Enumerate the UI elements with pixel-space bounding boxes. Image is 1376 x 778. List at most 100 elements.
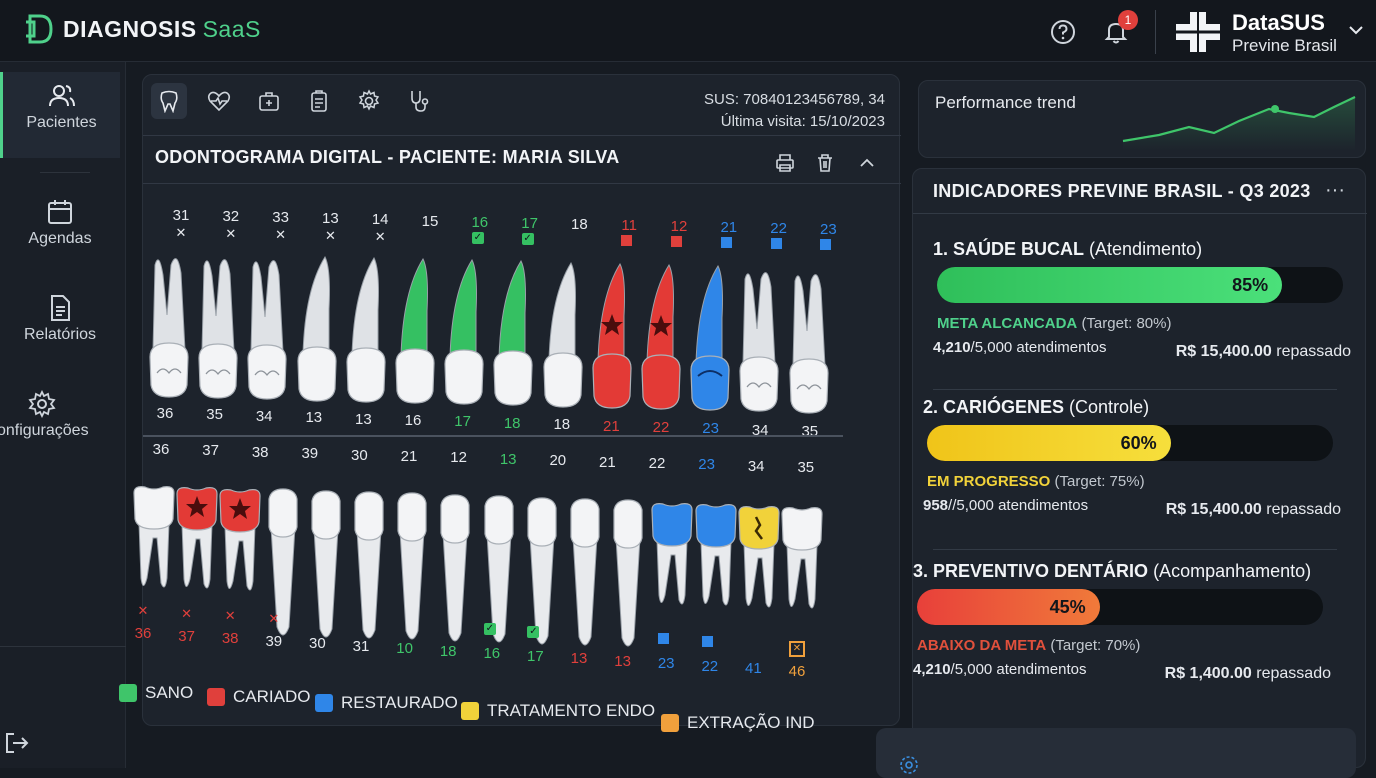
card-divider: [933, 549, 1337, 550]
progress-fill: 85%: [937, 267, 1283, 303]
gear-icon: [28, 390, 56, 418]
tooth-number: 34: [255, 407, 273, 425]
x-mark-icon: ✕: [225, 226, 237, 242]
upper-tooth[interactable]: [491, 253, 535, 423]
progress-fill: 45%: [917, 589, 1100, 625]
sidebar-item-agendas[interactable]: Agendas: [0, 188, 120, 274]
next-card[interactable]: [876, 728, 1356, 778]
sus-number: SUS: 70840123456789, 34: [704, 91, 885, 108]
indicators-card: INDICADORES PREVINE BRASIL - Q3 2023 ···…: [912, 168, 1367, 768]
upper-tooth[interactable]: [590, 256, 634, 426]
tooth-number: 11: [621, 216, 637, 234]
upper-tooth[interactable]: [245, 247, 289, 417]
tooth-number: 41: [745, 660, 762, 677]
tooth-number: 38: [221, 630, 239, 647]
tooth-number: 23: [820, 221, 837, 239]
x-mark-icon: ✕: [268, 610, 280, 626]
sidebar-item-label: Pacientes: [26, 114, 97, 131]
lower-tooth[interactable]: [304, 489, 350, 659]
upper-tooth[interactable]: [541, 255, 585, 425]
lower-tooth[interactable]: [477, 494, 523, 664]
logout-icon[interactable]: [4, 730, 30, 756]
sidebar-item-relatorios[interactable]: Relatórios: [0, 284, 120, 370]
legend-swatch: [207, 688, 225, 706]
brand-main: DIAGNOSIS: [63, 16, 197, 42]
tab-settings[interactable]: [351, 83, 387, 119]
chevron-up-icon[interactable]: [857, 153, 877, 173]
tooth-number: 18: [503, 414, 521, 432]
tooth-number: 23: [657, 655, 675, 672]
upper-tooth[interactable]: [147, 245, 191, 415]
upper-tooth[interactable]: [196, 246, 240, 416]
print-icon[interactable]: [775, 153, 795, 173]
diagnosis-logo-icon: [26, 14, 53, 44]
lower-tooth[interactable]: [347, 490, 393, 660]
sidebar-item-configuracoes[interactable]: Configurações: [0, 380, 92, 466]
tab-records[interactable]: [301, 83, 337, 119]
progress-label: 45%: [1049, 597, 1086, 617]
legend-swatch: [461, 702, 479, 720]
tooth-number: 13: [322, 210, 339, 228]
brand-sub: SaaS: [202, 16, 261, 42]
indicator-status: META ALCANCADA (Target: 80%): [937, 315, 1172, 332]
tooth-number: 13: [305, 409, 323, 427]
chevron-down-icon[interactable]: [1348, 24, 1364, 36]
upper-tooth[interactable]: [344, 250, 388, 420]
check-icon: ✓: [483, 623, 496, 635]
x-mark-icon: ✕: [175, 225, 187, 240]
lower-tooth[interactable]: [563, 497, 609, 667]
tab-vitals[interactable]: [201, 83, 237, 119]
upper-tooth[interactable]: [688, 258, 732, 428]
tooth-number: 21: [720, 219, 738, 237]
more-options-icon[interactable]: ···: [1325, 179, 1345, 202]
indicator-title: 1. SAÚDE BUCAL (Atendimento): [933, 239, 1203, 259]
upper-tooth[interactable]: [393, 251, 437, 421]
lower-tooth[interactable]: [649, 500, 695, 670]
tab-exam[interactable]: [401, 83, 437, 119]
tooth-number: 36: [156, 405, 174, 422]
lower-tooth[interactable]: [606, 498, 652, 668]
tooth-number: 31: [172, 207, 190, 224]
upper-tooth[interactable]: [639, 257, 683, 427]
x-mark-icon: ✕: [324, 228, 336, 244]
lower-tooth[interactable]: [693, 501, 739, 671]
legend-swatch: [119, 684, 137, 702]
tooth-number: 13: [614, 652, 631, 670]
tooth-number: 35: [801, 423, 819, 441]
calendar-icon: [48, 200, 72, 224]
trash-icon[interactable]: [815, 153, 835, 173]
lower-tooth[interactable]: [736, 503, 782, 673]
panel-divider: [143, 135, 901, 136]
org-name: DataSUS: [1232, 10, 1325, 35]
lower-tooth[interactable]: [433, 493, 479, 663]
users-icon: [48, 85, 75, 107]
upper-tooth[interactable]: [442, 252, 486, 422]
tooth-number: 12: [670, 218, 688, 235]
tooth-number: 15: [421, 212, 439, 230]
progress-bar: 85%: [937, 267, 1343, 303]
org-subtitle: Previne Brasil: [1232, 36, 1337, 55]
legend-item-cariado: CARIADO: [207, 687, 310, 707]
indicator-status: ABAIXO DA META (Target: 70%): [917, 637, 1141, 654]
tab-medkit[interactable]: [251, 83, 287, 119]
upper-tooth[interactable]: [295, 249, 339, 419]
trend-title: Performance trend: [935, 93, 1076, 112]
indicator-count: 958//5,000 atendimentos: [923, 497, 1089, 514]
legend-item-extracao: EXTRAÇÃO IND: [661, 713, 815, 733]
tooth-number: 13: [355, 410, 372, 428]
indicator-status: EM PROGRESSO (Target: 75%): [927, 473, 1145, 490]
indicator-count: 4,210/5,000 atendimentos: [933, 339, 1107, 356]
upper-tooth[interactable]: [737, 259, 781, 429]
tab-odontogram[interactable]: [151, 83, 187, 119]
tooth-number: 14: [371, 211, 389, 229]
lower-tooth[interactable]: [390, 491, 436, 661]
x-mark-icon: ✕: [137, 603, 149, 618]
upper-tooth[interactable]: [787, 261, 831, 431]
lower-tooth[interactable]: [520, 496, 566, 666]
sidebar-item-pacientes[interactable]: Pacientes: [0, 72, 120, 158]
trend-sparkline: [1122, 96, 1356, 151]
check-icon: ✓: [527, 625, 540, 638]
progress-bar: 45%: [917, 589, 1323, 625]
odontogram-panel: SUS: 70840123456789, 34 Última visita: 1…: [119, 74, 901, 732]
help-icon[interactable]: [1049, 18, 1077, 46]
